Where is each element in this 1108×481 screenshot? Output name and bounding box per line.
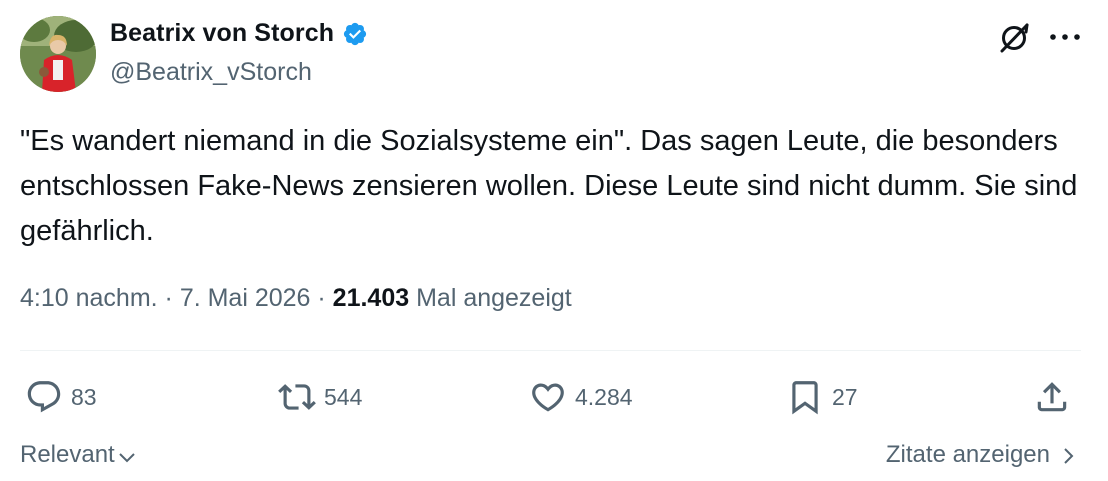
tweet-card: Beatrix von Storch @Beatrix_vStorch "Es … [0,0,1108,481]
meta-separator: · [310,284,333,312]
author-name[interactable]: Beatrix von Storch [110,19,334,48]
bookmark-count: 27 [832,383,858,410]
sort-dropdown[interactable]: Relevant [20,441,137,469]
author-name-row: Beatrix von Storch [110,19,368,48]
chevron-right-icon [1064,448,1074,464]
view-quotes-link[interactable]: Zitate anzeigen [886,441,1078,469]
views-count[interactable]: 21.403 [333,284,409,312]
quotes-label: Zitate anzeigen [885,441,1050,468]
tweet-time[interactable]: 4:10 nachm. [20,284,158,312]
divider [20,350,1081,351]
grok-icon[interactable] [997,21,1031,55]
meta-separator: · [157,284,180,312]
retweet-button[interactable]: 544 [278,377,362,417]
tweet-date[interactable]: 7. Mai 2026 [180,284,311,312]
reply-icon [27,381,61,413]
author-handle[interactable]: @Beatrix_vStorch [110,58,312,87]
retweet-count: 544 [324,383,363,410]
sort-label: Relevant [20,441,115,468]
retweet-icon [278,384,316,410]
share-button[interactable] [1033,377,1071,417]
like-button[interactable]: 4.284 [529,377,633,417]
like-count: 4.284 [575,383,633,410]
more-icon[interactable] [1047,22,1083,52]
views-label[interactable]: Mal angezeigt [409,284,572,312]
tweet-meta: 4:10 nachm. · 7. Mai 2026 · 21.403 Mal a… [20,284,572,313]
like-icon [532,383,564,412]
verified-badge-icon[interactable] [342,21,368,47]
avatar[interactable] [20,16,96,92]
reply-button[interactable]: 83 [25,377,97,417]
reply-count: 83 [71,383,97,410]
bookmark-icon [792,381,818,415]
share-icon [1037,382,1067,412]
tweet-text: "Es wandert niemand in die Sozialsysteme… [20,125,1078,247]
chevron-down-icon [119,452,135,462]
bookmark-button[interactable]: 27 [786,377,858,417]
